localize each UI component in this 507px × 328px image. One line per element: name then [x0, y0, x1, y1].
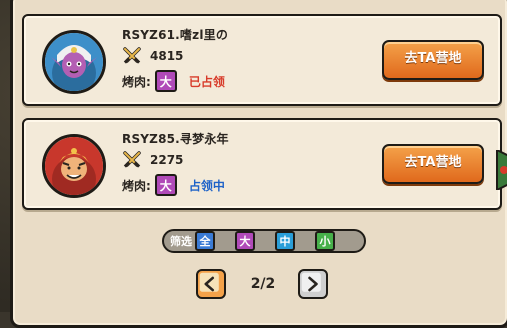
filter-small-button[interactable]: 小 [315, 231, 335, 251]
filter-label: 筛选 [170, 235, 192, 248]
crossed-swords-icon [122, 150, 142, 170]
prev-page-button[interactable] [196, 269, 226, 299]
power-row: 2275 [122, 150, 183, 170]
visit-camp-button[interactable]: 去TA营地 [382, 144, 484, 184]
player-name: RSYZ85.寻梦永年 [122, 132, 229, 146]
size-tag: 大 [154, 174, 177, 196]
next-page-button[interactable] [298, 269, 328, 299]
power-value: 4815 [150, 49, 184, 63]
player-card: RSYZ61.嗜zl里の 4815 烤肉: 大 已占领 去TA营地 [22, 14, 502, 106]
bbq-row: 烤肉: 大 已占领 [122, 70, 225, 92]
side-tab-icon[interactable] [495, 148, 507, 192]
bbq-row: 烤肉: 大 占领中 [122, 174, 225, 196]
bbq-label: 烤肉: [122, 178, 151, 193]
filter-large-button[interactable]: 大 [235, 231, 255, 251]
power-row: 4815 [122, 46, 183, 66]
player-card: RSYZ85.寻梦永年 2275 烤肉: 大 占领中 去TA营地 [22, 118, 502, 210]
filter-all-button[interactable]: 全 [195, 231, 215, 251]
filter-medium-button[interactable]: 中 [275, 231, 295, 251]
filter-bar: 筛选 全 大 中 小 [162, 229, 366, 253]
crossed-swords-icon [122, 46, 142, 66]
power-value: 2275 [150, 153, 184, 167]
elf-avatar-icon[interactable] [42, 30, 106, 94]
player-name: RSYZ61.嗜zl里の [122, 28, 229, 42]
monk-avatar-icon[interactable] [42, 134, 106, 198]
occupy-status: 占领中 [188, 178, 225, 193]
size-tag: 大 [154, 70, 177, 92]
bbq-label: 烤肉: [122, 74, 151, 89]
visit-camp-button[interactable]: 去TA营地 [382, 40, 484, 80]
occupy-status: 已占领 [188, 74, 225, 89]
page-indicator: 2/2 [250, 276, 276, 292]
